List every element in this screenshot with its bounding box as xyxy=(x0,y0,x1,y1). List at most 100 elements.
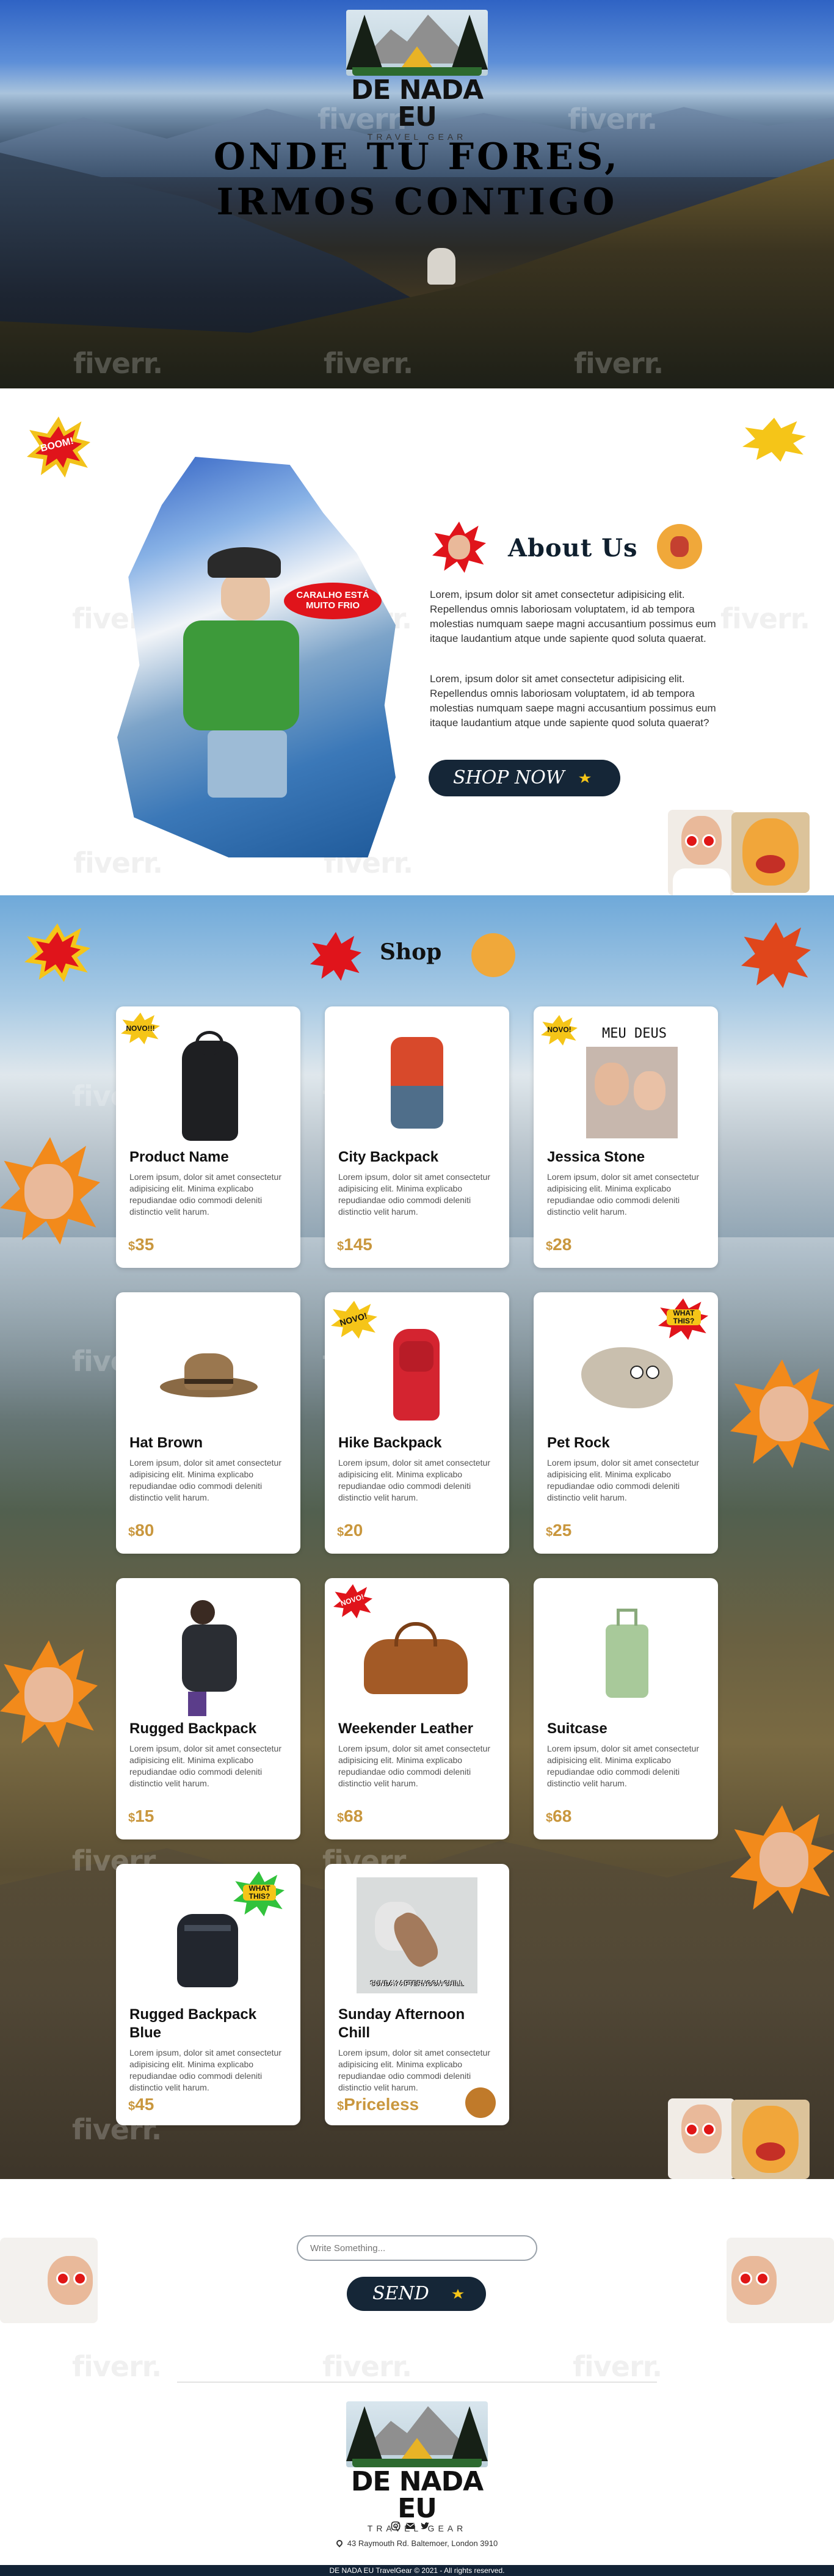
product-price: $145 xyxy=(337,1235,372,1254)
watermark: fiverr. xyxy=(720,602,810,635)
product-card[interactable]: WHAT THIS? Pet Rock Lorem ipsum, dolor s… xyxy=(534,1292,718,1554)
product-image-hat xyxy=(153,1304,264,1430)
copyright-bar: DE NADA EU TravelGear © 2021 - All right… xyxy=(0,2565,834,2576)
explosion-face-sticker xyxy=(0,1640,98,1748)
product-card[interactable]: Suitcase Lorem ipsum, dolor sit amet con… xyxy=(534,1578,718,1839)
face-sticker xyxy=(668,2098,735,2179)
speech-bubble-text: CARALHO ESTÁ MUITO FRIO xyxy=(296,590,369,611)
logo-emblem xyxy=(346,2401,488,2467)
product-image-rugged-backpack xyxy=(153,1590,264,1716)
product-image-jessica-stone: MEU DEUS xyxy=(570,1019,681,1144)
shop-now-button[interactable]: SHOP NOW xyxy=(429,760,620,796)
footer-logo[interactable]: DE NADA EU TRAVEL GEAR xyxy=(339,2401,495,2533)
contact-section: fiverr. fiverr. fiverr. SEND DE NADA EU … xyxy=(0,2179,834,2576)
product-card[interactable]: Hat Brown Lorem ipsum, dolor sit amet co… xyxy=(116,1292,300,1554)
product-image-hydration-pack xyxy=(153,1019,264,1144)
brand-logo[interactable]: DE NADA EU TRAVEL GEAR xyxy=(339,10,495,142)
product-card[interactable]: WHAT THIS? Rugged Backpack Blue Lorem ip… xyxy=(116,1864,300,2125)
burger-sticker xyxy=(731,812,810,893)
product-price: $35 xyxy=(128,1235,154,1254)
speech-bubble: CARALHO ESTÁ MUITO FRIO xyxy=(284,583,382,619)
product-card[interactable]: SUNDAY AFTERNOON CHILL Sunday Afternoon … xyxy=(325,1864,509,2125)
burst-sticker xyxy=(742,418,806,462)
product-price: $80 xyxy=(128,1521,154,1540)
product-description: Lorem ipsum, dolor sit amet consectetur … xyxy=(338,2048,490,2092)
what-this-badge-text: WHAT THIS? xyxy=(667,1309,701,1325)
face-icon xyxy=(448,535,470,559)
product-description: Lorem ipsum, dolor sit amet consectetur … xyxy=(547,1744,699,1788)
product-name: Sunday Afternoon Chill xyxy=(338,2006,465,2041)
burger-face-sticker xyxy=(471,933,515,977)
seated-hiker xyxy=(427,248,455,285)
watermark: fiverr. xyxy=(322,2350,412,2383)
message-input[interactable] xyxy=(297,2235,537,2261)
product-description: Lorem ipsum, dolor sit amet consectetur … xyxy=(547,1458,699,1502)
watermark: fiverr. xyxy=(73,846,163,879)
product-card[interactable]: Rugged Backpack Lorem ipsum, dolor sit a… xyxy=(116,1578,300,1839)
product-price: $20 xyxy=(337,1521,363,1540)
product-card[interactable]: NOVO! Hike Backpack Lorem ipsum, dolor s… xyxy=(325,1292,509,1554)
explosion-face-sticker xyxy=(0,1137,100,1245)
product-name: City Backpack xyxy=(338,1149,439,1165)
product-name: Hike Backpack xyxy=(338,1435,442,1451)
brand-name: DE NADA EU xyxy=(350,2466,484,2524)
product-description: Lorem ipsum, dolor sit amet consectetur … xyxy=(129,1458,281,1502)
logo-emblem xyxy=(346,10,488,76)
product-description: Lorem ipsum, dolor sit amet consectetur … xyxy=(338,1744,490,1788)
product-description: Lorem ipsum, dolor sit amet consectetur … xyxy=(338,1458,490,1502)
star-icon xyxy=(452,2289,464,2299)
product-name: Rugged Backpack xyxy=(129,1720,257,1737)
copyright-text: DE NADA EU TravelGear © 2021 - All right… xyxy=(329,2566,505,2575)
product-description: Lorem ipsum, dolor sit amet consectetur … xyxy=(547,1172,699,1217)
about-paragraph-2: Lorem, ipsum dolor sit amet consectetur … xyxy=(430,673,716,729)
send-label: SEND xyxy=(372,2283,429,2304)
meme-caption: MEU DEUS xyxy=(602,1026,667,1041)
watermark: fiverr. xyxy=(573,2350,662,2383)
twitter-icon[interactable] xyxy=(418,2521,432,2534)
brand-name: DE NADA EU xyxy=(350,75,484,133)
product-name: Rugged Backpack Blue xyxy=(129,2006,257,2041)
burger-sticker xyxy=(731,2100,810,2179)
meme-caption: SUNDAY AFTERNOON CHILL xyxy=(370,1980,464,1987)
about-title: About Us xyxy=(508,534,638,562)
product-price: $28 xyxy=(546,1235,572,1254)
climber-figure xyxy=(183,547,305,853)
new-badge-text: NOVO! xyxy=(547,1025,571,1034)
send-button[interactable]: SEND xyxy=(347,2277,486,2311)
shop-now-label: SHOP NOW xyxy=(453,767,565,788)
face-sticker xyxy=(668,810,735,895)
product-name: Jessica Stone xyxy=(547,1149,645,1165)
product-description: Lorem ipsum, dolor sit amet consectetur … xyxy=(129,2048,281,2092)
hero-headline-line2: IRMOS CONTIGO xyxy=(216,181,618,224)
face-sticker xyxy=(727,2238,834,2323)
footer-address: 43 Raymouth Rd. Baltemoer, London 3910 xyxy=(0,2538,834,2548)
product-price: $25 xyxy=(546,1521,572,1540)
burger-face-sticker xyxy=(657,524,702,569)
product-description: Lorem ipsum, dolor sit amet consectetur … xyxy=(129,1744,281,1788)
watermark: fiverr. xyxy=(72,2350,162,2383)
instagram-icon[interactable] xyxy=(389,2521,402,2534)
product-description: Lorem ipsum, dolor sit amet consectetur … xyxy=(338,1172,490,1217)
product-price: $68 xyxy=(337,1806,363,1825)
product-description: Lorem ipsum, dolor sit amet consectetur … xyxy=(129,1172,281,1217)
product-price: $68 xyxy=(546,1806,572,1825)
product-card[interactable]: NOVO!!! Product Name Lorem ipsum, dolor … xyxy=(116,1006,300,1268)
hero-section: fiverr. fiverr. fiverr. fiverr. fiverr. … xyxy=(0,0,834,388)
shop-section: fiverr. fiverr. fiverr. fiverr. fiverr. … xyxy=(0,895,834,2179)
about-paragraph-1: Lorem, ipsum dolor sit amet consectetur … xyxy=(430,589,716,644)
product-image-city-backpack xyxy=(361,1019,473,1144)
product-name: Weekender Leather xyxy=(338,1720,473,1737)
product-card[interactable]: NOVO! Weekender Leather Lorem ipsum, dol… xyxy=(325,1578,509,1839)
product-card[interactable]: City Backpack Lorem ipsum, dolor sit ame… xyxy=(325,1006,509,1268)
address-text: 43 Raymouth Rd. Baltemoer, London 3910 xyxy=(347,2539,498,2548)
product-name: Suitcase xyxy=(547,1720,607,1737)
product-price: $45 xyxy=(128,2095,154,2114)
product-price: $Priceless xyxy=(337,2095,419,2114)
product-name: Product Name xyxy=(129,1149,229,1165)
product-card[interactable]: MEU DEUS NOVO! Jessica Stone Lorem ipsum… xyxy=(534,1006,718,1268)
bug-sticker xyxy=(465,2087,496,2118)
face-sticker xyxy=(0,2238,98,2323)
mail-icon[interactable] xyxy=(404,2521,417,2534)
star-icon xyxy=(579,773,591,783)
hero-headline: ONDE TU FORES, IRMOS CONTIGO xyxy=(0,134,834,225)
